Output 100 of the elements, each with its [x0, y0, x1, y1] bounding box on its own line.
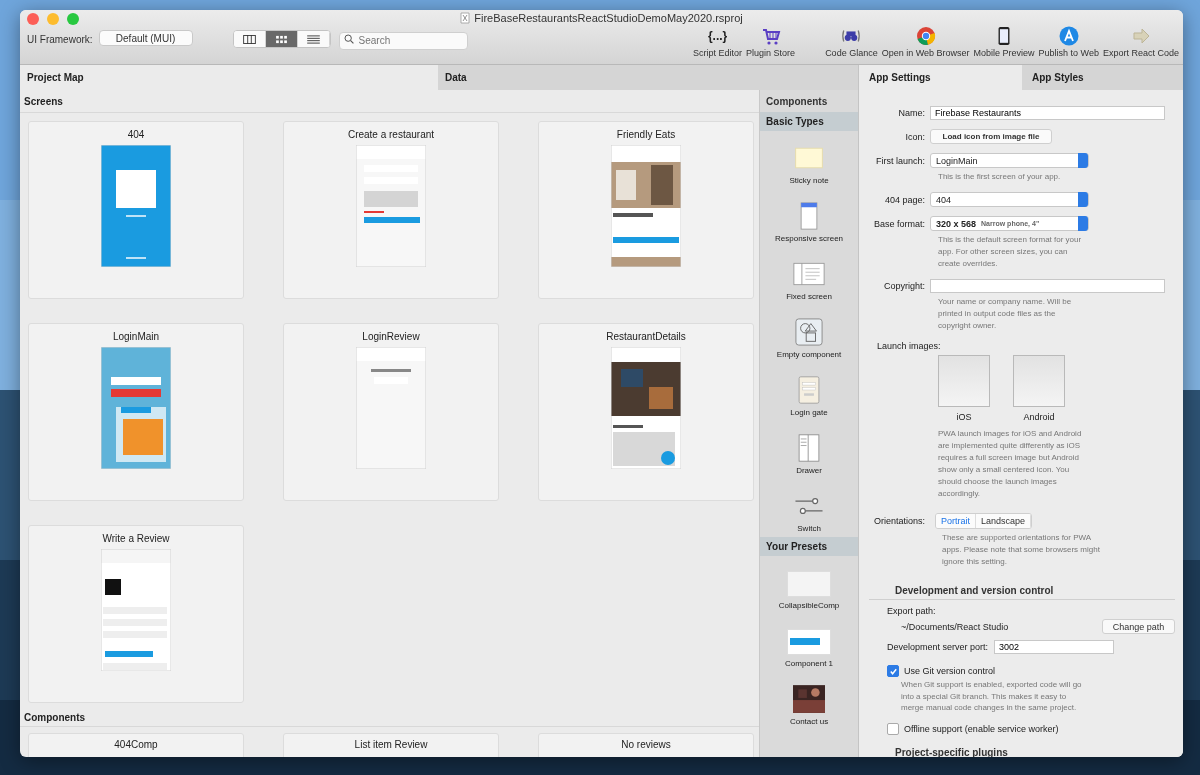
component-title: List item Review: [354, 739, 428, 750]
document-icon: [460, 12, 471, 24]
screen-title: LoginMain: [112, 331, 160, 342]
palette-section-header: Basic Types: [760, 112, 858, 131]
shapes-icon: [793, 318, 826, 346]
checkbox-label: Use Git version control: [904, 666, 996, 676]
field-label: Launch images:: [877, 341, 942, 351]
palette-item[interactable]: Empty component: [760, 305, 858, 363]
image-label: Android: [1023, 412, 1055, 422]
section-heading: Components: [20, 708, 760, 727]
screen-card[interactable]: LoginReview: [283, 323, 499, 501]
image-well[interactable]: [938, 355, 990, 407]
screen-title: LoginReview: [362, 331, 420, 342]
path-text: ~/Documents/React Studio: [901, 621, 1009, 632]
screen-card[interactable]: LoginMain: [28, 323, 244, 501]
palette-item[interactable]: Drawer: [760, 421, 858, 479]
component-card[interactable]: No reviews: [538, 733, 754, 757]
window-title: FireBaseRestaurantsReactStudioDemoMay2020.rsproj: [474, 12, 743, 24]
hint-text: PWA launch images for iOS and Android are implemented quite differently as iOS requires a full screen image but Android show only a small centered icon. You should choose the launch images accordingly.: [938, 428, 1083, 500]
field-label: Base format:: [872, 218, 925, 229]
tab[interactable]: App Styles: [1022, 65, 1183, 90]
image-label: iOS: [956, 412, 972, 422]
toolbar-button[interactable]: Plugin Store: [746, 26, 796, 58]
segment-button[interactable]: Portrait: [936, 514, 976, 528]
framework-label: UI Framework:: [27, 34, 93, 45]
screen-card[interactable]: RestaurantDetails: [538, 323, 754, 501]
field-label: Copyright:: [882, 281, 925, 291]
toolbar-button[interactable]: Publish to Web: [1038, 26, 1099, 58]
hint-text: Your name or company name. Will be printed in output code files as the copyright owner.: [938, 296, 1073, 332]
list-icon: [306, 34, 320, 44]
columns-view-button[interactable]: [233, 31, 266, 47]
hint-text: When Git support is enabled, exported code will go into a special Git branch. This makes it easy to merge manual code changes in the same project.: [901, 679, 1083, 714]
segment-button[interactable]: Landscape: [976, 514, 1032, 528]
palette-item[interactable]: Login gate: [760, 363, 858, 421]
palette-item[interactable]: Sticky note: [760, 131, 858, 189]
zoom-button[interactable]: [67, 13, 79, 25]
palette-item[interactable]: Component 1: [760, 614, 858, 672]
change-path-button[interactable]: Change path: [1102, 619, 1175, 634]
grid-view-button[interactable]: [265, 31, 298, 47]
minimize-button[interactable]: [47, 13, 59, 25]
hint-text: This is the first screen of your app.: [938, 171, 1062, 183]
screen-card[interactable]: 404: [28, 121, 244, 299]
close-button[interactable]: [27, 13, 39, 25]
image-well[interactable]: [1013, 355, 1065, 407]
screen-card[interactable]: Write a Review: [28, 525, 244, 703]
hint-text: This is the default screen format for your app. For other screen sizes, you can create overrides.: [938, 234, 1083, 270]
tab[interactable]: Data: [438, 65, 858, 90]
screen-title: 404: [127, 129, 145, 140]
search-field[interactable]: Search: [338, 31, 468, 50]
field-label: Export path:: [887, 606, 937, 616]
palette-heading: Components: [765, 95, 829, 109]
toolbar-button[interactable]: Code Glance: [825, 26, 878, 58]
checkbox[interactable]: [887, 665, 899, 677]
screen-card[interactable]: Friendly Eats: [538, 121, 754, 299]
palette-item[interactable]: Fixed screen: [760, 247, 858, 305]
component-card[interactable]: 404Comp: [28, 733, 244, 757]
input-field[interactable]: Firebase Restaurants: [930, 106, 1165, 120]
framework-button[interactable]: Default (MUI): [98, 30, 193, 46]
button-preview-icon: [787, 629, 832, 655]
field-label: 404 page:: [883, 194, 925, 205]
screen-card[interactable]: Create a restaurant: [283, 121, 499, 299]
screen-title: Write a Review: [102, 533, 170, 544]
palette-item[interactable]: CollapsibleComp: [760, 556, 858, 614]
publish-icon: [1058, 26, 1079, 46]
palette-item[interactable]: Switch: [760, 479, 858, 537]
screen-title: RestaurantDetails: [606, 331, 686, 342]
toolbar-button[interactable]: {...} Script Editor: [693, 26, 743, 58]
load-icon-button[interactable]: Load icon from image file: [930, 129, 1052, 144]
component-title: 404Comp: [114, 739, 158, 750]
component-preview: [787, 571, 832, 597]
component-card[interactable]: List item Review: [283, 733, 499, 757]
field-label: Orientations:: [872, 516, 925, 526]
toolbar-button[interactable]: Open in Web Browser: [881, 26, 970, 58]
field-label: Name:: [897, 108, 925, 118]
browser-icon: [915, 26, 936, 46]
component-title: No reviews: [621, 739, 671, 750]
field-label: Development server port:: [887, 642, 989, 652]
palette-item[interactable]: Contact us: [760, 672, 858, 730]
checkbox[interactable]: [887, 722, 899, 735]
screen-title: Friendly Eats: [616, 129, 676, 140]
section-heading: Project-specific plugins: [894, 745, 1009, 757]
input-field[interactable]: [930, 279, 1165, 293]
grid-icon: [274, 34, 288, 44]
arrow-icon: [1130, 26, 1151, 46]
cart-icon: [760, 26, 781, 46]
checkbox-label: Offline support (enable service worker): [904, 723, 1059, 734]
section-heading: Development and version control: [869, 577, 1175, 600]
input-field[interactable]: 3002: [994, 640, 1115, 654]
dropdown[interactable]: 404: [930, 192, 1089, 207]
toolbar-button[interactable]: Mobile Preview: [973, 26, 1035, 58]
hint-text: These are supported orientations for PWA apps. Please note that some browsers might ignore this setting.: [942, 532, 1101, 568]
dropdown[interactable]: LoginMain: [930, 153, 1089, 168]
screen-title: Create a restaurant: [347, 129, 435, 140]
palette-item[interactable]: Responsive screen: [760, 189, 858, 247]
columns-icon: [242, 34, 256, 44]
field-label: First launch:: [874, 155, 925, 166]
view-mode-control[interactable]: [232, 30, 331, 48]
toolbar-button[interactable]: Export React Code: [1102, 26, 1179, 58]
section-heading: Screens: [20, 90, 760, 113]
search-icon: [343, 34, 354, 44]
